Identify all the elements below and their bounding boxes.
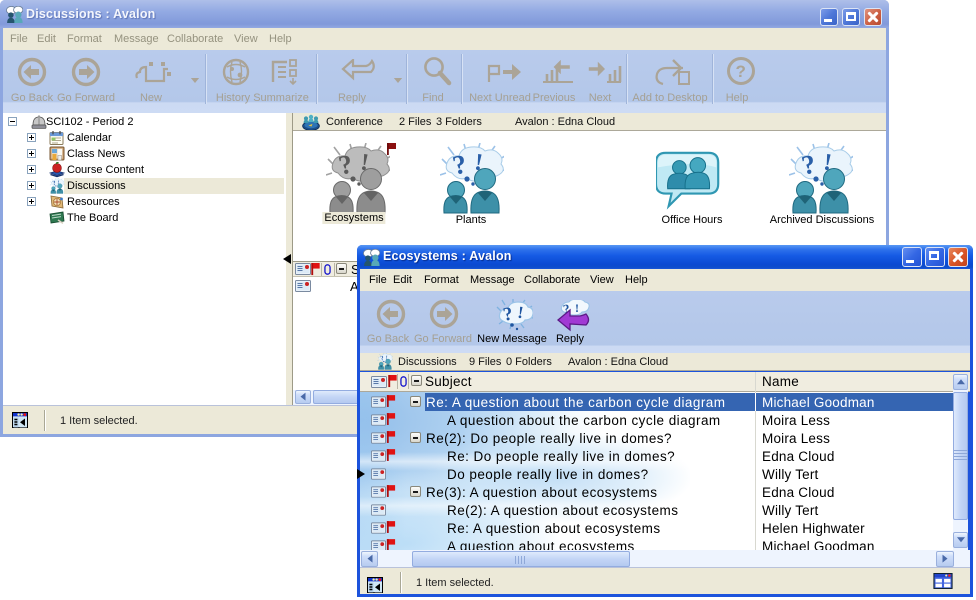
svg-text:?: ? bbox=[736, 62, 746, 81]
svg-text:!: ! bbox=[575, 301, 579, 315]
